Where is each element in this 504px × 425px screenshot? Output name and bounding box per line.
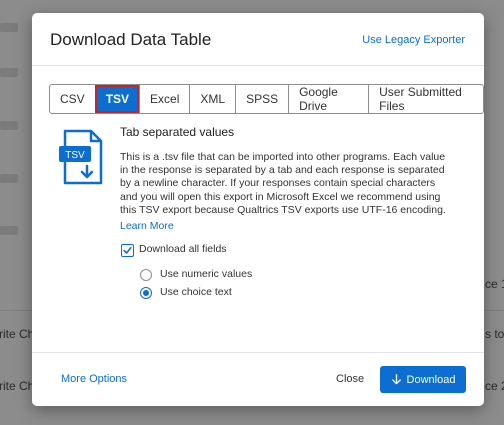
close-button[interactable]: Close — [336, 373, 364, 385]
tab-user-submitted-files[interactable]: User Submitted Files — [368, 85, 483, 113]
background-text: rite Ch — [0, 379, 35, 393]
use-numeric-values-label: Use numeric values — [160, 268, 253, 280]
download-button-label: Download — [406, 373, 456, 386]
tab-csv[interactable]: CSV — [50, 85, 95, 113]
tab-spss[interactable]: SPSS — [235, 85, 288, 113]
background-text: s to w — [485, 327, 504, 341]
background-row-bar — [0, 68, 18, 77]
tab-excel[interactable]: Excel — [139, 85, 189, 113]
download-data-table-dialog: Download Data Table Use Legacy Exporter … — [32, 13, 484, 406]
background-row-bar — [0, 174, 18, 183]
download-all-fields-label: Download all fields — [139, 243, 227, 255]
dialog-title: Download Data Table — [50, 30, 212, 49]
background-text: ce 1 — [485, 277, 504, 291]
download-all-fields-checkbox[interactable] — [121, 244, 134, 257]
tab-google-drive[interactable]: Google Drive — [288, 85, 368, 113]
format-description: This is a .tsv file that can be imported… — [120, 151, 446, 216]
radio-selected-dot — [143, 290, 149, 296]
background-row-bar — [0, 226, 18, 235]
tab-tsv[interactable]: TSV — [94, 85, 140, 113]
footer-divider — [32, 352, 484, 353]
format-title: Tab separated values — [120, 125, 235, 139]
download-arrow-icon — [391, 374, 401, 385]
background-text: rite Ch — [0, 327, 35, 341]
file-icon-label: TSV — [65, 150, 85, 161]
header-divider — [32, 65, 484, 66]
background-row-bar — [0, 121, 18, 130]
learn-more-link[interactable]: Learn More — [120, 220, 174, 232]
background-row-bar — [0, 23, 18, 32]
use-choice-text-radio[interactable] — [140, 287, 152, 299]
use-choice-text-label: Use choice text — [160, 286, 232, 298]
use-numeric-values-radio[interactable] — [140, 269, 152, 281]
use-legacy-exporter-link[interactable]: Use Legacy Exporter — [362, 34, 465, 46]
tab-xml[interactable]: XML — [189, 85, 235, 113]
download-button[interactable]: Download — [380, 366, 466, 393]
format-tabs: CSV TSV Excel XML SPSS Google Drive User… — [49, 84, 484, 114]
checkmark-icon — [123, 247, 132, 254]
more-options-link[interactable]: More Options — [61, 373, 127, 385]
background-text: ce 2 — [485, 379, 504, 393]
tsv-file-icon: TSV — [59, 129, 103, 185]
